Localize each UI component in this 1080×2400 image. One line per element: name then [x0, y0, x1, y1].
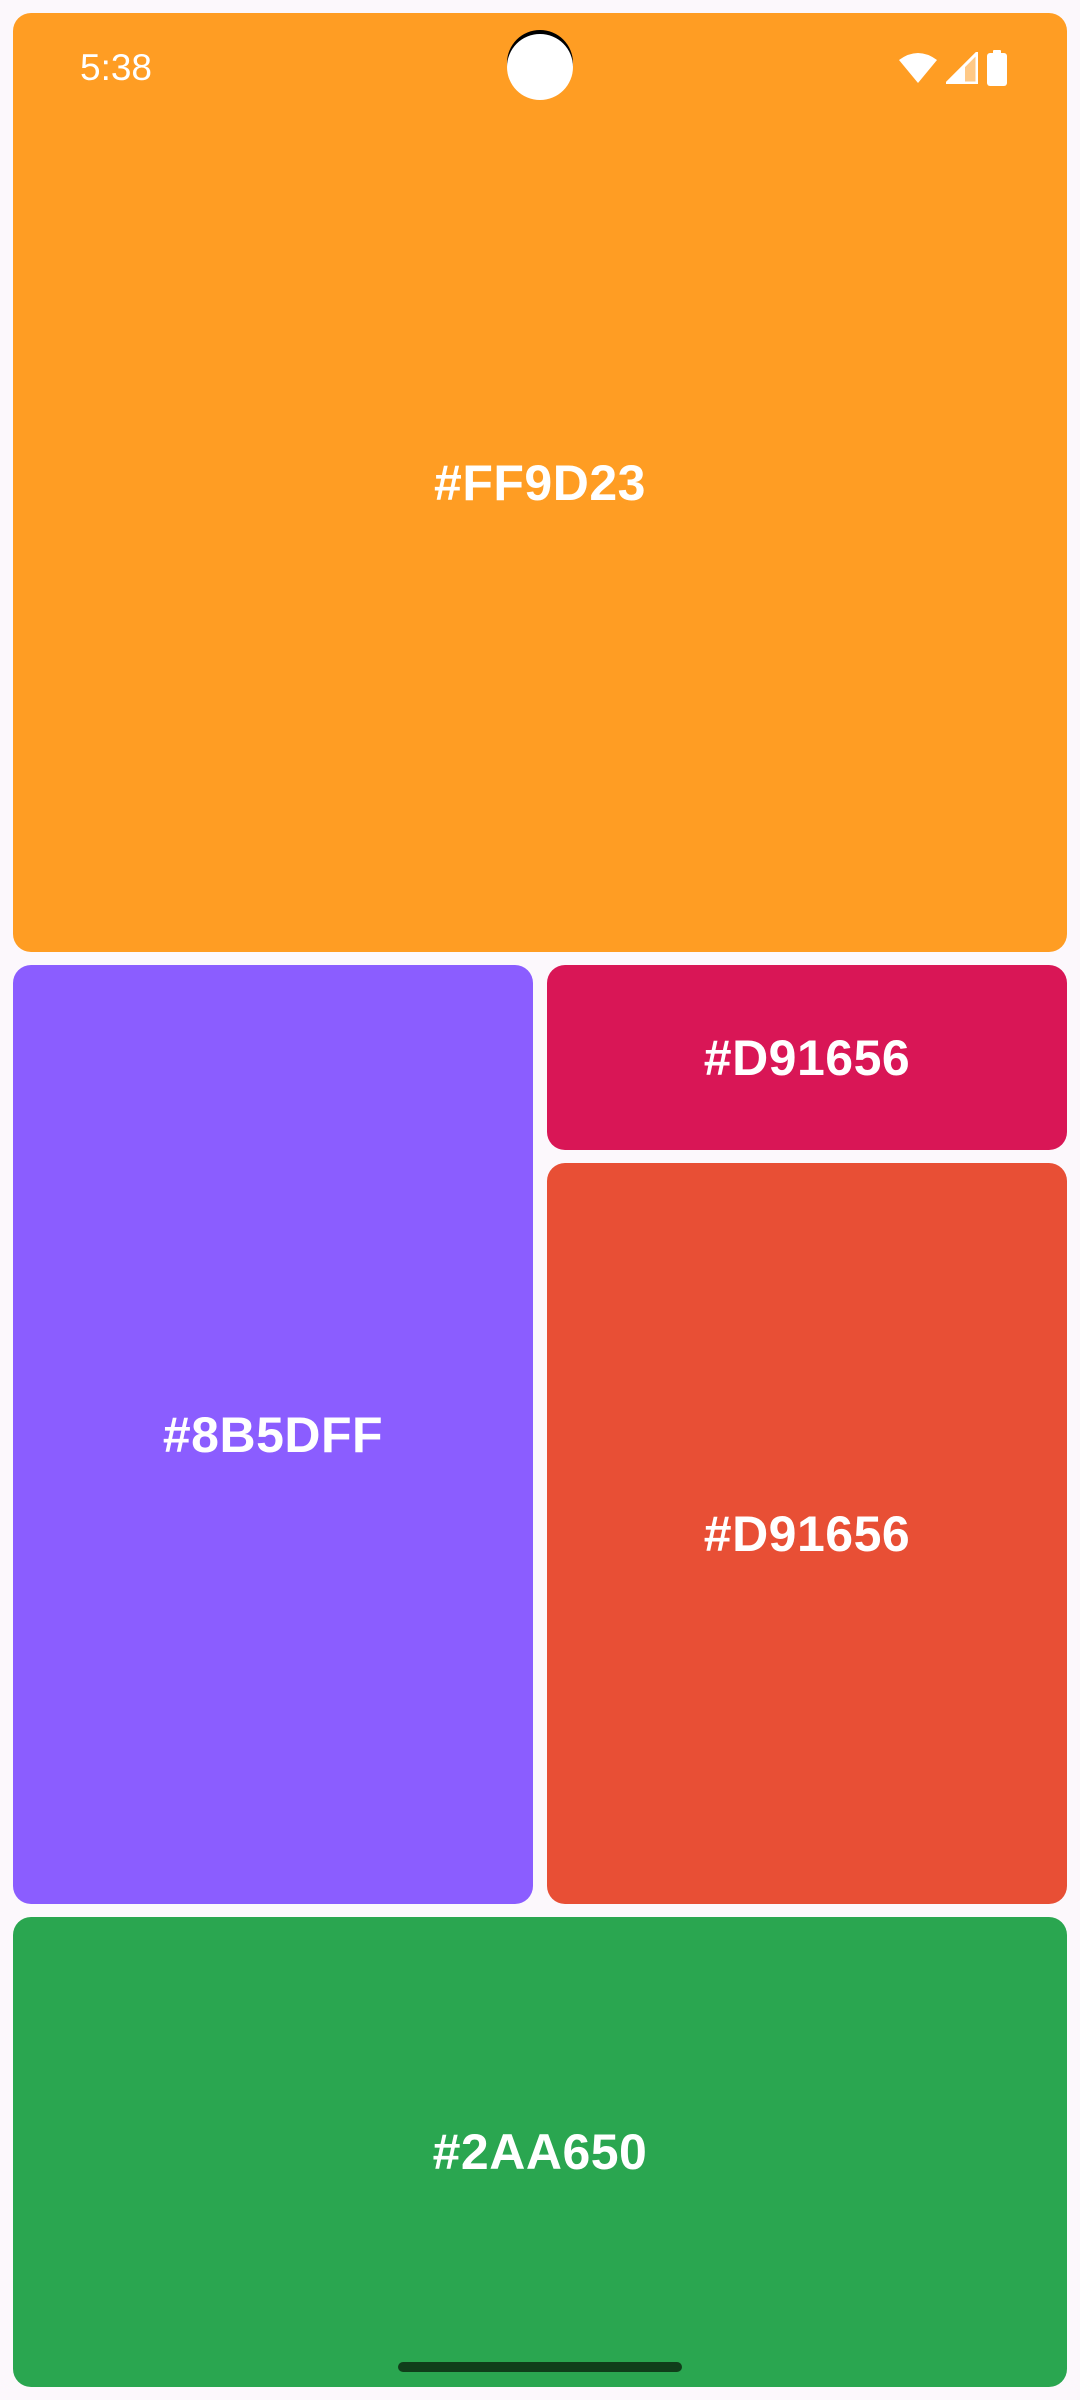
color-tile-red[interactable]: #D91656	[547, 1163, 1067, 1904]
gesture-navigation-bar[interactable]	[398, 2362, 682, 2372]
color-tile-label: #D91656	[703, 1029, 911, 1086]
color-tile-purple[interactable]: #8B5DFF	[13, 965, 533, 1904]
color-tile-orange[interactable]: #FF9D23	[13, 13, 1067, 952]
color-tile-label: #D91656	[703, 1505, 911, 1562]
color-tile-label: #2AA650	[432, 2124, 648, 2180]
color-tile-label: #8B5DFF	[162, 1406, 384, 1463]
color-tile-green[interactable]: #2AA650	[13, 1917, 1067, 2387]
color-tile-crimson[interactable]: #D91656	[547, 965, 1067, 1150]
color-tile-label: #FF9D23	[434, 454, 646, 511]
